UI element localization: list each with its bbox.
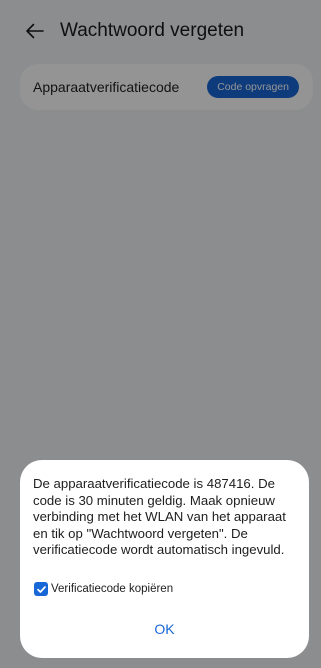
checkmark-icon [36, 585, 46, 593]
dialog-message: De apparaatverificatiecode is 487416. De… [33, 476, 286, 557]
copy-code-label: Verificatiecode kopiëren [51, 583, 174, 595]
copy-code-option[interactable]: Verificatiecode kopiëren [34, 580, 173, 598]
verification-code-dialog: De apparaatverificatiecode is 487416. De… [20, 460, 309, 658]
ok-button[interactable]: OK [20, 620, 309, 638]
copy-code-checkbox[interactable] [34, 582, 48, 596]
